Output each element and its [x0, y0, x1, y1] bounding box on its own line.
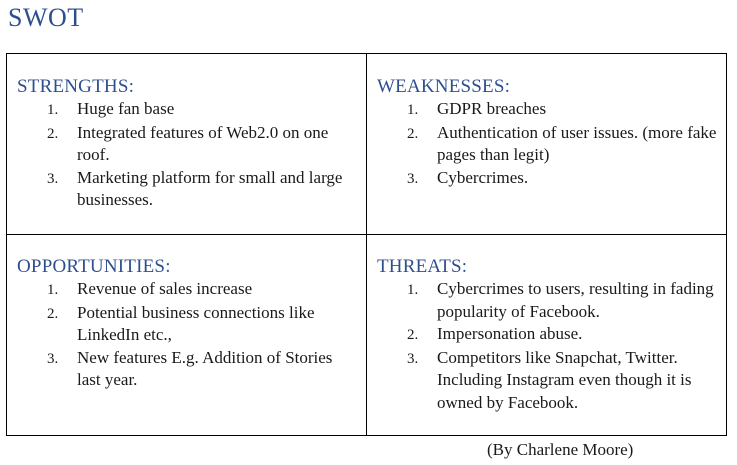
list-number: 3.: [407, 350, 419, 367]
opportunities-cell: OPPORTUNITIES: 1. Revenue of sales incre…: [7, 235, 367, 435]
list-number: 2.: [47, 305, 59, 322]
list-item: 3. New features E.g. Addition of Stories…: [17, 347, 358, 392]
list-number: 2.: [407, 125, 419, 142]
list-number: 3.: [407, 170, 419, 187]
list-item-text: Potential business connections like Link…: [77, 302, 315, 345]
list-item-text: Competitors like Snapchat, Twitter. Incl…: [437, 347, 692, 412]
strengths-list: 1. Huge fan base 2. Integrated features …: [17, 98, 358, 212]
list-item-text: Impersonation abuse.: [437, 324, 583, 343]
list-item-text: Integrated features of Web2.0 on one roo…: [77, 122, 329, 165]
list-number: 1.: [407, 282, 419, 298]
weaknesses-list: 1. GDPR breaches 2. Authentication of us…: [377, 98, 718, 190]
list-item-text: Marketing platform for small and large b…: [77, 167, 343, 210]
list-item: 1. Cybercrimes to users, resulting in fa…: [377, 278, 718, 323]
list-item-text: Revenue of sales increase: [77, 279, 253, 298]
list-item-text: Authentication of user issues. (more fak…: [437, 122, 717, 165]
list-item: 1. Huge fan base: [17, 98, 358, 122]
threats-cell: THREATS: 1. Cybercrimes to users, result…: [367, 235, 726, 435]
opportunities-heading: OPPORTUNITIES:: [17, 256, 171, 277]
list-item: 3. Competitors like Snapchat, Twitter. I…: [377, 347, 718, 415]
list-number: 1.: [407, 102, 419, 118]
weaknesses-heading: WEAKNESSES:: [377, 76, 511, 97]
list-number: 1.: [47, 282, 59, 298]
list-item-text: Huge fan base: [77, 99, 175, 118]
list-number: 3.: [47, 350, 59, 367]
list-item: 1. GDPR breaches: [377, 98, 718, 122]
threats-list: 1. Cybercrimes to users, resulting in fa…: [377, 278, 718, 414]
list-item: 2. Potential business connections like L…: [17, 302, 358, 347]
weaknesses-cell: WEAKNESSES: 1. GDPR breaches 2. Authenti…: [367, 54, 726, 235]
list-number: 2.: [407, 327, 419, 343]
list-item-text: Cybercrimes to users, resulting in fadin…: [437, 279, 714, 321]
list-item: 2. Impersonation abuse.: [377, 323, 718, 347]
list-number: 1.: [47, 102, 59, 118]
list-item: 2. Authentication of user issues. (more …: [377, 122, 718, 167]
opportunities-list: 1. Revenue of sales increase 2. Potentia…: [17, 278, 358, 392]
list-item: 1. Revenue of sales increase: [17, 278, 358, 302]
list-item: 2. Integrated features of Web2.0 on one …: [17, 122, 358, 167]
list-item: 3. Cybercrimes.: [377, 167, 718, 191]
list-item-text: New features E.g. Addition of Stories la…: [77, 347, 333, 390]
threats-heading: THREATS:: [377, 256, 468, 277]
page-title: SWOT: [8, 3, 84, 32]
author-credit: (By Charlene Moore): [487, 440, 634, 459]
list-item-text: GDPR breaches: [437, 99, 547, 118]
list-number: 2.: [47, 125, 59, 142]
list-item-text: Cybercrimes.: [437, 167, 529, 187]
list-number: 3.: [47, 170, 59, 187]
strengths-heading: STRENGTHS:: [17, 76, 135, 97]
strengths-cell: STRENGTHS: 1. Huge fan base 2. Integrate…: [7, 54, 367, 235]
swot-table: STRENGTHS: 1. Huge fan base 2. Integrate…: [6, 53, 727, 436]
list-item: 3. Marketing platform for small and larg…: [17, 167, 358, 212]
